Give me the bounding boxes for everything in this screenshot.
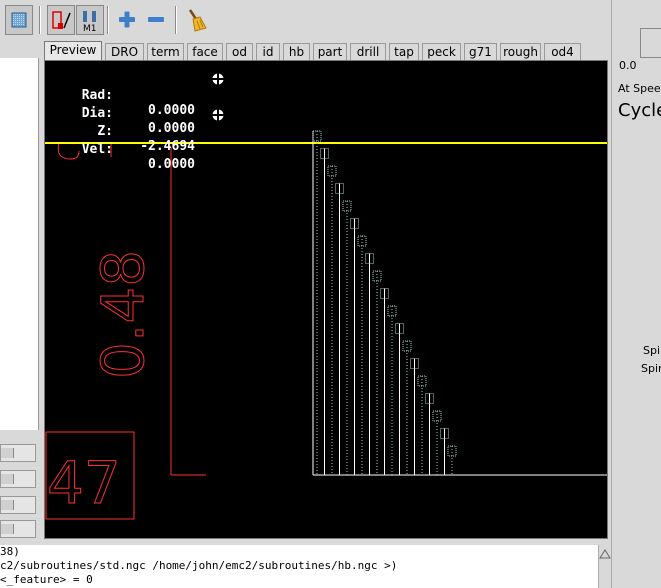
feed-step <box>417 375 427 387</box>
broom-icon <box>188 9 207 32</box>
zoom-in-button[interactable] <box>114 5 142 35</box>
right-panel: 0.0 At Spee Cycle Spi Spir <box>611 0 661 588</box>
optional-stop-icon <box>52 11 71 29</box>
m1-label: M1 <box>83 24 97 32</box>
feed-step <box>342 200 352 212</box>
tab-drill[interactable]: drill <box>350 43 386 60</box>
feed-staircase <box>312 130 457 475</box>
gauge-value: 0.0 <box>619 59 637 72</box>
minus-icon <box>148 17 164 22</box>
left-panel-control[interactable] <box>0 496 36 514</box>
clear-plot-button[interactable] <box>182 5 210 35</box>
tab-peck[interactable]: peck <box>422 43 461 60</box>
tab-rough[interactable]: rough <box>500 43 541 60</box>
m1-icon: M1 <box>83 11 97 32</box>
tab-part[interactable]: part <box>313 43 347 60</box>
plus-icon <box>119 11 135 28</box>
estop-toggle-button[interactable] <box>5 5 33 35</box>
feed-step <box>402 340 412 352</box>
tab-hb[interactable]: hb <box>283 43 310 60</box>
dro-value: 0.0000 <box>148 157 195 172</box>
toolbar-separator <box>175 6 177 34</box>
spindle-label: Spi <box>643 344 661 357</box>
feed-step <box>447 445 457 457</box>
home-icon <box>211 108 225 122</box>
toolbar-separator <box>39 6 41 34</box>
dro-value: -2.4694 <box>140 139 195 154</box>
dro-label: Vel: <box>81 142 113 157</box>
tab-face[interactable]: face <box>187 43 223 60</box>
tab-dro[interactable]: DRO <box>105 43 144 60</box>
tab-od[interactable]: od <box>226 43 253 60</box>
toolbar: M1 <box>0 0 611 40</box>
preview-canvas[interactable]: 0.48 47 Rad: 0.0000 Dia: 0.0000 Z: -2.46… <box>44 60 608 539</box>
tab-g71[interactable]: g71 <box>464 43 497 60</box>
console-scrollbar[interactable] <box>598 545 611 588</box>
machine-stop-button[interactable]: M1 <box>76 5 104 35</box>
dimension-label: 0.48 <box>89 250 157 379</box>
home-icon <box>211 72 225 86</box>
feed-step <box>387 305 397 317</box>
zoom-out-button[interactable] <box>143 5 171 35</box>
tab-od4[interactable]: od4 <box>544 43 581 60</box>
cycle-label: Cycle <box>618 100 661 121</box>
dimension-partial-label: 47 <box>47 449 121 517</box>
left-panel-control[interactable] <box>0 520 36 538</box>
feed-step <box>432 410 442 422</box>
dro-row-vel: Vel: 0.0000 <box>45 127 195 187</box>
left-panel <box>0 40 40 540</box>
console-line: c2/subroutines/std.ngc /home/john/emc2/s… <box>0 559 398 572</box>
tab-bar: Preview DRO term face od id hb part dril… <box>44 41 610 60</box>
left-panel-list[interactable] <box>0 58 39 430</box>
console-output[interactable]: 38) c2/subroutines/std.ngc /home/john/em… <box>0 545 598 588</box>
console-line: <_feature> = 0 <box>0 573 93 586</box>
feed-step <box>372 270 382 282</box>
tab-id[interactable]: id <box>256 43 280 60</box>
dro-value: 0.0000 <box>148 103 195 118</box>
dro-value: 0.0000 <box>148 121 195 136</box>
feed-step <box>357 235 367 247</box>
spindle-label: Spir <box>641 362 661 375</box>
scroll-up-icon <box>599 549 611 559</box>
feed-step <box>312 130 322 142</box>
optional-stop-button[interactable] <box>47 5 75 35</box>
tab-term[interactable]: term <box>147 43 184 60</box>
at-speed-label: At Spee <box>618 82 661 95</box>
toolbar-separator <box>107 6 109 34</box>
left-panel-control[interactable] <box>0 470 36 488</box>
console-line: 38) <box>0 545 20 558</box>
tab-preview[interactable]: Preview <box>44 41 102 60</box>
left-panel-control[interactable] <box>0 444 36 462</box>
spindle-gauge <box>640 28 661 58</box>
feed-step <box>327 165 337 177</box>
tab-tap[interactable]: tap <box>389 43 419 60</box>
estop-square-icon <box>11 12 27 28</box>
